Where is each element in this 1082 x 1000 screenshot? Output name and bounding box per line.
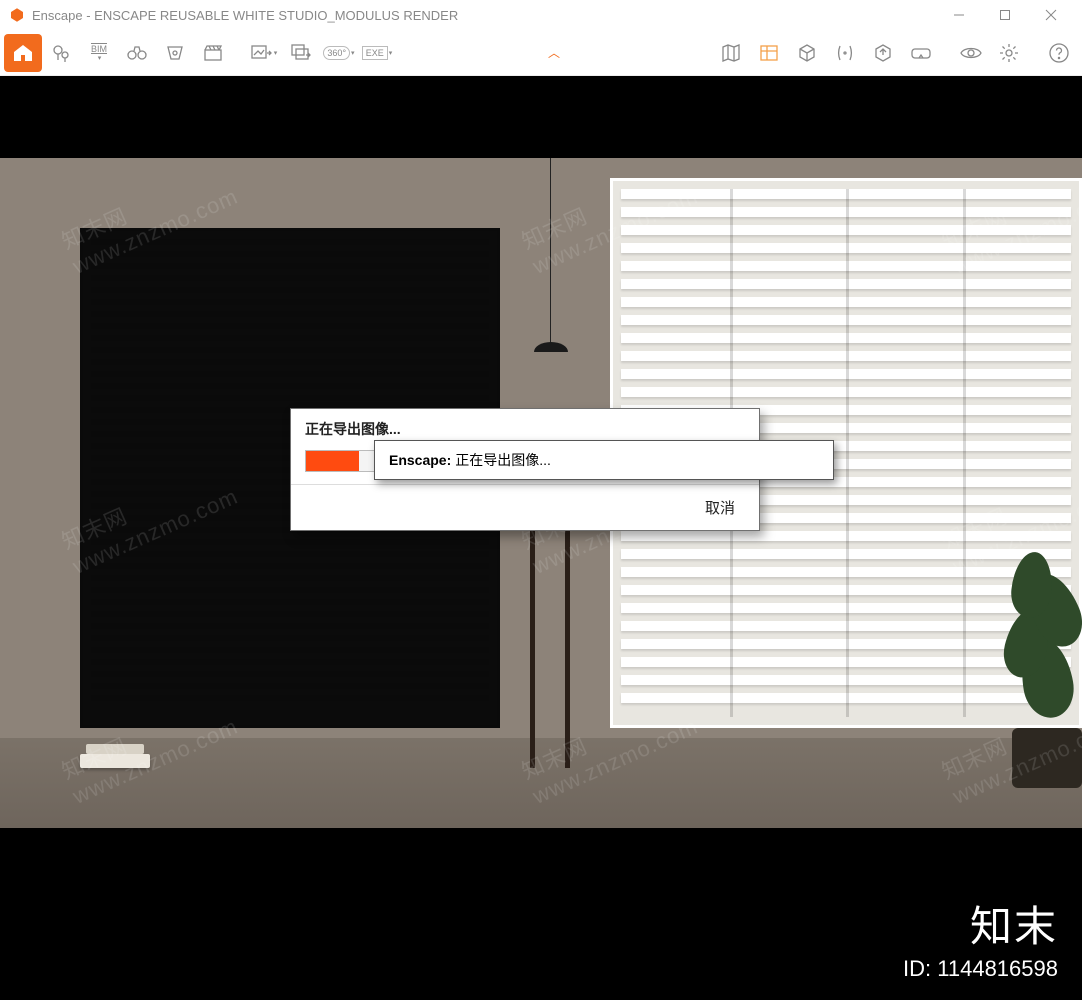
progress-fill	[306, 451, 359, 471]
toolbar-spacer: ︿	[396, 44, 712, 61]
popup-app-label: Enscape:	[389, 452, 451, 468]
chevron-down-icon: ▾	[274, 49, 278, 57]
upload-button[interactable]	[864, 34, 902, 72]
export-image-button[interactable]: ▾	[244, 34, 282, 72]
window-controls	[936, 0, 1074, 30]
home-button[interactable]	[4, 34, 42, 72]
application-window: Enscape - ENSCAPE REUSABLE WHITE STUDIO_…	[0, 0, 1082, 882]
map-button[interactable]	[712, 34, 750, 72]
location-pin-button[interactable]	[42, 34, 80, 72]
panorama-button[interactable]: 360°▾	[320, 34, 358, 72]
title-app: Enscape	[32, 8, 83, 23]
asset-library-button[interactable]	[750, 34, 788, 72]
chevron-down-icon: ▾	[389, 49, 393, 57]
cancel-button[interactable]: 取消	[705, 497, 735, 518]
titlebar: Enscape - ENSCAPE REUSABLE WHITE STUDIO_…	[0, 0, 1082, 30]
overlay-id: ID: 1144816598	[903, 956, 1058, 982]
main-toolbar: BIM ▾ ▾ 360°▾ EXE▾ ︿	[0, 30, 1082, 76]
scene-book-top	[86, 744, 144, 754]
visibility-button[interactable]	[952, 34, 990, 72]
maximize-button[interactable]	[982, 0, 1028, 30]
cube-button[interactable]	[788, 34, 826, 72]
close-button[interactable]	[1028, 0, 1074, 30]
help-button[interactable]	[1040, 34, 1078, 72]
binoculars-button[interactable]	[118, 34, 156, 72]
scene-pendant-cord	[550, 158, 551, 343]
window-title: Enscape - ENSCAPE REUSABLE WHITE STUDIO_…	[32, 8, 936, 23]
app-logo-icon	[8, 6, 26, 24]
clapperboard-button[interactable]	[194, 34, 232, 72]
popup-message: 正在导出图像...	[455, 450, 551, 470]
batch-render-button[interactable]	[282, 34, 320, 72]
scene-plant	[992, 538, 1082, 788]
compare-button[interactable]	[826, 34, 864, 72]
minimize-button[interactable]	[936, 0, 982, 30]
vr-headset-button[interactable]	[902, 34, 940, 72]
collapse-toolbar-icon[interactable]: ︿	[548, 44, 560, 61]
perspective-view-button[interactable]	[156, 34, 194, 72]
exe-export-button[interactable]: EXE▾	[358, 34, 396, 72]
overlay-brand: 知末	[970, 893, 1058, 954]
export-status-popup: Enscape: 正在导出图像...	[374, 440, 834, 480]
title-document: ENSCAPE REUSABLE WHITE STUDIO_MODULUS RE…	[94, 8, 458, 23]
settings-button[interactable]	[990, 34, 1028, 72]
chevron-down-icon: ▾	[351, 49, 355, 57]
bim-button[interactable]: BIM ▾	[80, 34, 118, 72]
chevron-down-icon: ▾	[98, 54, 102, 62]
scene-book	[80, 754, 150, 768]
